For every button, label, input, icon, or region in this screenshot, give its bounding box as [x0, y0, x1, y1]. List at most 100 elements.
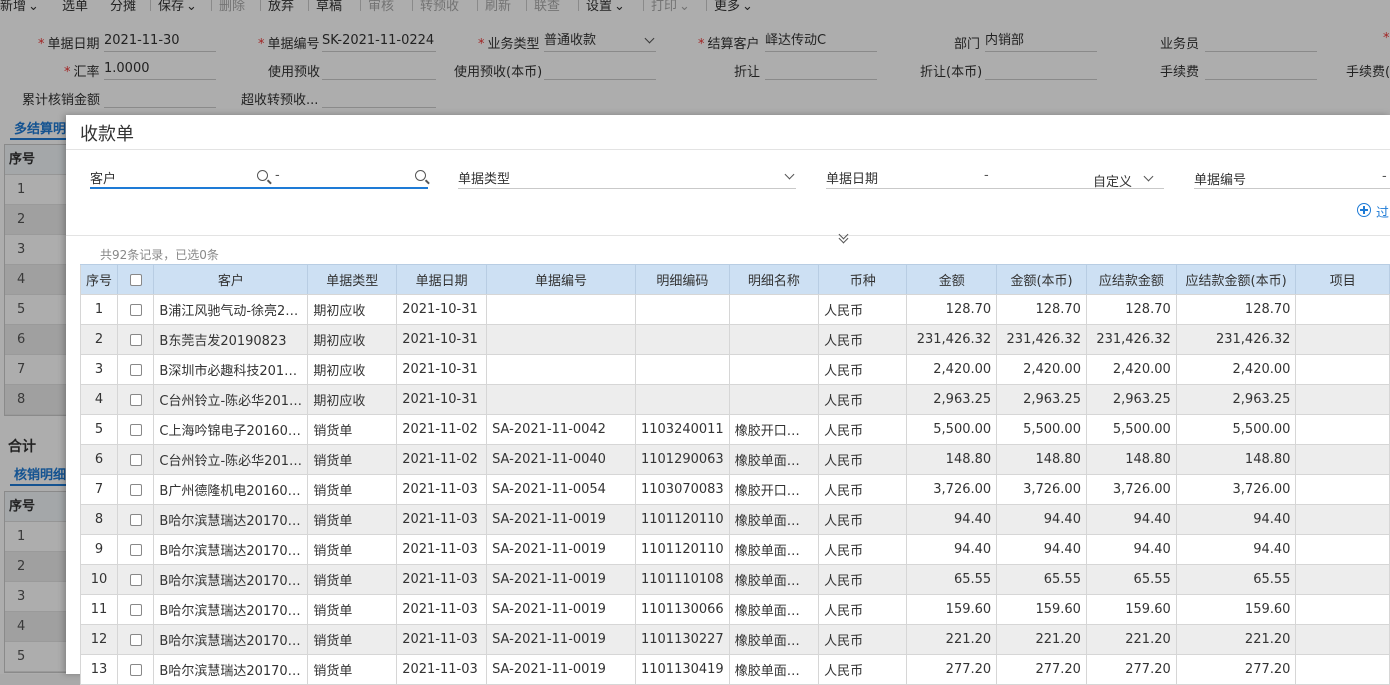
- select-all-checkbox-cell[interactable]: [117, 264, 155, 295]
- chevron-down-icon[interactable]: [784, 169, 795, 180]
- cell-currency: 人民币: [818, 444, 908, 475]
- filter-doc-no-input[interactable]: [1194, 188, 1390, 189]
- cell-due-base: 3,726.00: [1176, 474, 1297, 505]
- table-row[interactable]: 9 B哈尔滨慧瑞达20170… 销货单 2021-11-03 SA-2021-11-00…: [79, 534, 1390, 565]
- cell-due-base: 277.20: [1176, 654, 1297, 685]
- collapse-filter-toggle[interactable]: [829, 229, 859, 245]
- row-checkbox[interactable]: [129, 483, 142, 496]
- table-row[interactable]: 4 C台州铃立-陈必华201… 期初应收 2021-10-31 人民币 2,963.25 2…: [79, 384, 1390, 415]
- table-row[interactable]: 7 B广州德隆机电20160… 销货单 2021-11-03 SA-2021-11-00…: [79, 474, 1390, 505]
- column-header[interactable]: 应结款金额(本币): [1176, 264, 1297, 295]
- row-checkbox[interactable]: [129, 543, 142, 556]
- cell-seq: 8: [79, 504, 119, 535]
- table-row[interactable]: 1 B浦江风驰气动-徐亮2… 期初应收 2021-10-31 人民币 128.70 128.…: [79, 294, 1390, 325]
- cell-due-base: 128.70: [1176, 294, 1297, 325]
- row-select-cell[interactable]: [117, 504, 155, 535]
- cell-amount: 65.55: [906, 564, 998, 595]
- chevron-down-icon[interactable]: [1143, 171, 1154, 182]
- search-icon[interactable]: [257, 170, 268, 181]
- column-header[interactable]: 金额: [906, 264, 998, 295]
- row-select-cell[interactable]: [117, 654, 155, 685]
- table-row[interactable]: 11 B哈尔滨慧瑞达20170… 销货单 2021-11-03 SA-2021-11-0…: [79, 594, 1390, 625]
- filter-customer-input[interactable]: [90, 187, 428, 189]
- cell-item-name: 橡胶单面…: [729, 444, 820, 475]
- cell-date: 2021-10-31: [396, 354, 488, 385]
- column-header[interactable]: 明细名称: [729, 264, 820, 295]
- cell-currency: 人民币: [818, 354, 908, 385]
- search-icon[interactable]: [415, 170, 426, 181]
- cell-amount: 3,726.00: [906, 474, 998, 505]
- cell-due-base: 94.40: [1176, 504, 1297, 535]
- row-checkbox[interactable]: [129, 363, 142, 376]
- cell-item-code: 1101130419: [635, 654, 730, 685]
- filter-doc-date-input[interactable]: [826, 188, 1164, 189]
- row-select-cell[interactable]: [117, 324, 155, 355]
- row-select-cell[interactable]: [117, 534, 155, 565]
- table-row[interactable]: 13 B哈尔滨慧瑞达20170… 销货单 2021-11-03 SA-2021-11-0…: [79, 654, 1390, 685]
- cell-seq: 6: [79, 444, 119, 475]
- cell-customer: B哈尔滨慧瑞达20170…: [153, 564, 309, 595]
- cell-doc-no: [486, 384, 636, 415]
- cell-amount: 231,426.32: [906, 324, 998, 355]
- cell-item-name: 橡胶单面…: [729, 564, 820, 595]
- row-select-cell[interactable]: [117, 444, 155, 475]
- row-checkbox[interactable]: [129, 303, 142, 316]
- row-checkbox[interactable]: [129, 423, 142, 436]
- row-select-cell[interactable]: [117, 564, 155, 595]
- row-checkbox[interactable]: [129, 393, 142, 406]
- column-header[interactable]: 客户: [153, 264, 309, 295]
- cell-customer: B广州德隆机电20160…: [153, 474, 309, 505]
- row-checkbox[interactable]: [129, 333, 142, 346]
- cell-doc-no: [486, 354, 636, 385]
- cell-amount: 128.70: [906, 294, 998, 325]
- cell-amount-base: 148.80: [996, 444, 1087, 475]
- table-row[interactable]: 3 B深圳市必趣科技201… 期初应收 2021-10-31 人民币 2,420.00 2,…: [79, 354, 1390, 385]
- cell-due: 3,726.00: [1086, 474, 1177, 505]
- cell-date: 2021-11-02: [396, 414, 488, 445]
- cell-customer: B深圳市必趣科技201…: [153, 354, 309, 385]
- column-header[interactable]: 币种: [818, 264, 908, 295]
- cell-amount-base: 221.20: [996, 624, 1087, 655]
- column-header[interactable]: 单据日期: [396, 264, 488, 295]
- cell-due: 2,420.00: [1086, 354, 1177, 385]
- cell-date: 2021-11-03: [396, 594, 488, 625]
- table-row[interactable]: 12 B哈尔滨慧瑞达20170… 销货单 2021-11-03 SA-2021-11-0…: [79, 624, 1390, 655]
- filter-button[interactable]: 过: [1376, 202, 1389, 221]
- row-checkbox[interactable]: [129, 453, 142, 466]
- row-checkbox[interactable]: [129, 573, 142, 586]
- doc-date-range-sep: -: [984, 168, 989, 183]
- row-checkbox[interactable]: [129, 603, 142, 616]
- cell-currency: 人民币: [818, 414, 908, 445]
- row-select-cell[interactable]: [117, 414, 155, 445]
- row-select-cell[interactable]: [117, 624, 155, 655]
- cell-type: 销货单: [307, 474, 398, 505]
- record-count: 共92条记录，已选0条: [100, 248, 219, 262]
- table-row[interactable]: 5 C上海吟锦电子20160… 销货单 2021-11-02 SA-2021-11-00…: [79, 414, 1390, 445]
- column-header[interactable]: 明细编码: [635, 264, 730, 295]
- filter-doc-type-select[interactable]: [458, 188, 796, 189]
- cell-amount-base: 94.40: [996, 504, 1087, 535]
- column-header[interactable]: 项目: [1295, 264, 1390, 295]
- cell-date: 2021-11-03: [396, 504, 488, 535]
- cell-due-base: 2,420.00: [1176, 354, 1297, 385]
- column-header[interactable]: 序号: [79, 264, 119, 295]
- row-select-cell[interactable]: [117, 594, 155, 625]
- column-header[interactable]: 金额(本币): [996, 264, 1087, 295]
- select-all-checkbox[interactable]: [129, 273, 142, 286]
- row-select-cell[interactable]: [117, 384, 155, 415]
- row-checkbox[interactable]: [129, 633, 142, 646]
- column-header[interactable]: 应结款金额: [1086, 264, 1177, 295]
- row-select-cell[interactable]: [117, 474, 155, 505]
- column-header[interactable]: 单据类型: [307, 264, 398, 295]
- table-row[interactable]: 10 B哈尔滨慧瑞达20170… 销货单 2021-11-03 SA-2021-11-0…: [79, 564, 1390, 595]
- table-row[interactable]: 2 B东莞吉发20190823 期初应收 2021-10-31 人民币 231,426.3…: [79, 324, 1390, 355]
- cell-amount: 94.40: [906, 504, 998, 535]
- table-row[interactable]: 6 C台州铃立-陈必华201… 销货单 2021-11-02 SA-2021-11-00…: [79, 444, 1390, 475]
- column-header[interactable]: 单据编号: [486, 264, 636, 295]
- cell-project: [1295, 294, 1390, 325]
- table-row[interactable]: 8 B哈尔滨慧瑞达20170… 销货单 2021-11-03 SA-2021-11-00…: [79, 504, 1390, 535]
- row-select-cell[interactable]: [117, 294, 155, 325]
- row-select-cell[interactable]: [117, 354, 155, 385]
- add-filter-icon[interactable]: [1357, 203, 1371, 217]
- row-checkbox[interactable]: [129, 513, 142, 526]
